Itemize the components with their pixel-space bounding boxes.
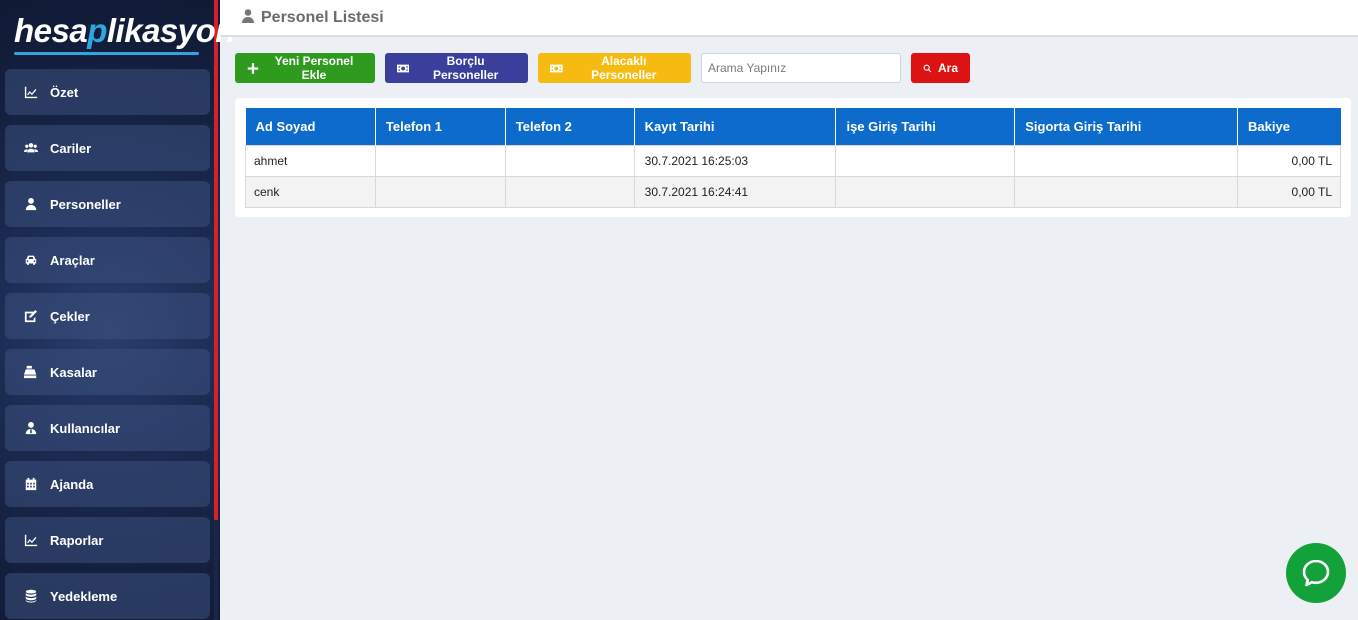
chart-area-icon [24, 533, 38, 547]
cell-ad-soyad: ahmet [245, 144, 376, 177]
database-icon [24, 589, 38, 603]
column-header-telefon-1[interactable]: Telefon 1 [375, 108, 506, 145]
cell-kayit-tarihi: 30.7.2021 16:25:03 [633, 144, 837, 177]
column-header-bakiye[interactable]: Bakiye [1237, 108, 1341, 145]
table-row[interactable]: ahmet 30.7.2021 16:25:03 0,00 TL [245, 144, 1341, 177]
sidebar-item-label: Yedekleme [50, 588, 118, 604]
page-header: Personel Listesi [220, 0, 1358, 37]
plus-icon [247, 62, 259, 74]
column-header-kayit-tarihi[interactable]: Kayıt Tarihi [634, 108, 837, 145]
search-button[interactable]: Ara [911, 53, 970, 83]
column-header-ad-soyad[interactable]: Ad Soyad [245, 108, 376, 145]
column-header-sigorta-giris-tarihi[interactable]: Sigorta Giriş Tarihi [1014, 108, 1239, 145]
page-title: Personel Listesi [261, 8, 384, 26]
cell-telefon-1 [374, 175, 506, 208]
search-input[interactable] [701, 53, 901, 83]
chat-button[interactable] [1286, 543, 1346, 603]
add-personnel-label: Yeni Personel Ekle [274, 54, 354, 82]
cell-kayit-tarihi: 30.7.2021 16:24:41 [633, 175, 837, 208]
cell-bakiye: 0,00 TL [1237, 175, 1341, 208]
sidebar-item-yedekleme[interactable]: Yedekleme [5, 573, 210, 619]
table-header-row: Ad Soyad Telefon 1 Telefon 2 Kayıt Tarih… [245, 108, 1341, 145]
creditor-personnel-button[interactable]: Alacaklı Personeller [538, 53, 691, 83]
cell-ad-soyad: cenk [245, 175, 376, 208]
logo-text-p: p [87, 12, 107, 49]
debtor-personnel-label: Borçlu Personeller [432, 54, 499, 82]
toolbar: Yeni Personel Ekle Borçlu Personeller Al… [235, 53, 980, 83]
calendar-icon [24, 477, 38, 491]
sidebar-item-label: Araçlar [50, 252, 95, 268]
cell-ise-giris-tarihi [835, 175, 1016, 208]
personnel-table-card: Ad Soyad Telefon 1 Telefon 2 Kayıt Tarih… [235, 98, 1351, 217]
table-row[interactable]: cenk 30.7.2021 16:24:41 0,00 TL [245, 175, 1341, 208]
sidebar-item-label: Personeller [50, 196, 121, 212]
sidebar-item-label: Raporlar [50, 532, 104, 548]
chart-line-icon [24, 85, 38, 99]
sidebar-item-label: Cariler [50, 140, 92, 156]
sidebar-menu: Özet Cariler Personeller Araçlar Çekler … [5, 69, 210, 620]
money-bill-icon [397, 64, 410, 72]
sidebar-item-label: Özet [50, 84, 79, 100]
cell-bakiye: 0,00 TL [1237, 144, 1341, 177]
sidebar-item-kullanicilar[interactable]: Kullanıcılar [5, 405, 210, 451]
sidebar-item-ajanda[interactable]: Ajanda [5, 461, 210, 507]
users-icon [24, 141, 38, 155]
money-check-icon [24, 309, 38, 323]
cell-sigorta-giris-tarihi [1014, 175, 1239, 208]
logo-text-a: hesa [14, 12, 88, 49]
personnel-table: Ad Soyad Telefon 1 Telefon 2 Kayıt Tarih… [245, 108, 1341, 208]
sidebar-item-personeller[interactable]: Personeller [5, 181, 210, 227]
sidebar-item-cariler[interactable]: Cariler [5, 125, 210, 171]
sidebar-item-label: Kasalar [50, 364, 97, 380]
debtor-personnel-button[interactable]: Borçlu Personeller [385, 53, 528, 83]
money-bill-icon [550, 64, 563, 72]
search-icon [923, 64, 932, 72]
cash-register-icon [24, 365, 38, 379]
sidebar-item-cekler[interactable]: Çekler [5, 293, 210, 339]
sidebar-item-ozet[interactable]: Özet [5, 69, 210, 115]
sidebar-item-raporlar[interactable]: Raporlar [5, 517, 210, 563]
sidebar-item-kasalar[interactable]: Kasalar [5, 349, 210, 395]
brand-logo[interactable]: hesaplikasyon [14, 10, 235, 55]
sidebar-item-araclar[interactable]: Araçlar [5, 237, 210, 283]
logo-underline [14, 52, 199, 55]
logo-text-b: likasyon [106, 12, 236, 49]
cell-sigorta-giris-tarihi [1014, 144, 1239, 177]
user-icon [24, 197, 38, 211]
chat-bubble-icon [1302, 559, 1330, 587]
cell-telefon-2 [504, 144, 635, 177]
sidebar-item-label: Kullanıcılar [50, 420, 121, 436]
sidebar-accent-bar [214, 0, 218, 520]
column-header-telefon-2[interactable]: Telefon 2 [505, 108, 635, 145]
cell-telefon-2 [504, 175, 635, 208]
sidebar-item-label: Çekler [50, 308, 90, 324]
sidebar-accent-bar-bottom [214, 520, 218, 620]
user-icon [240, 8, 256, 27]
user-tie-icon [24, 421, 38, 435]
search-button-label: Ara [937, 61, 958, 75]
car-icon [24, 253, 38, 267]
cell-ise-giris-tarihi [835, 144, 1016, 177]
creditor-personnel-label: Alacaklı Personeller [591, 54, 657, 82]
sidebar: hesaplikasyon Özet Cariler Personeller A… [0, 0, 235, 620]
sidebar-item-label: Ajanda [50, 476, 94, 492]
cell-telefon-1 [374, 144, 506, 177]
column-header-ise-giris-tarihi[interactable]: işe Giriş Tarihi [835, 108, 1016, 145]
add-personnel-button[interactable]: Yeni Personel Ekle [235, 53, 375, 83]
